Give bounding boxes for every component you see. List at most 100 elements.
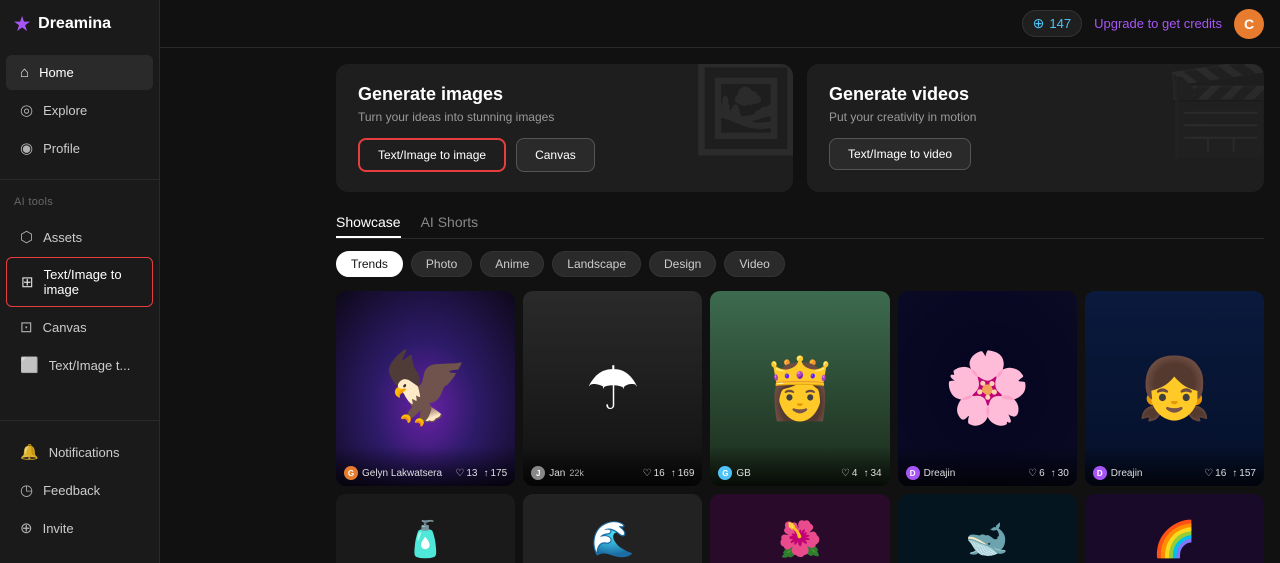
stats-eagle: ♡ 13 ↑ 175 xyxy=(455,468,507,479)
main-content: 🖼 Generate images Turn your ideas into s… xyxy=(320,48,1280,563)
tools-nav: ⬡ Assets ⊞ Text/Image to image ⊡ Canvas … xyxy=(0,212,159,390)
image-placeholder-abstract: 🌊 xyxy=(523,494,702,563)
sidebar-item-label: Invite xyxy=(43,521,74,536)
author-eagle: G Gelyn Lakwatsera xyxy=(344,466,442,480)
pill-trends[interactable]: Trends xyxy=(336,251,403,277)
image-info-eagle: G Gelyn Lakwatsera ♡ 13 ↑ 175 xyxy=(336,446,515,486)
topbar: ⊕ 147 Upgrade to get credits C xyxy=(160,0,1280,48)
downloads-flower: ↑ 30 xyxy=(1051,468,1069,479)
tab-ai-shorts[interactable]: AI Shorts xyxy=(421,208,479,238)
author-flower: D Dreajin xyxy=(906,466,956,480)
generate-images-subtitle: Turn your ideas into stunning images xyxy=(358,110,771,124)
author-avatar-blue-girl: D xyxy=(1093,466,1107,480)
image-card-eagle[interactable]: 🦅 G Gelyn Lakwatsera ♡ 13 ↑ 175 xyxy=(336,291,515,486)
ai-tools-section-label: AI tools xyxy=(0,186,159,212)
generate-videos-subtitle: Put your creativity in motion xyxy=(829,110,1242,124)
generate-images-buttons: Text/Image to image Canvas xyxy=(358,138,771,172)
sidebar-item-label: Feedback xyxy=(43,483,100,498)
image-info-rainy: J Jan 22k ♡ 16 ↑ 169 xyxy=(523,446,702,486)
text-image-to-image-button[interactable]: Text/Image to image xyxy=(358,138,506,172)
image-grid-row2: 🧴 🌊 🌺 🐋 🌈 xyxy=(336,494,1264,563)
image-card-flower[interactable]: 🌸 D Dreajin ♡ 6 ↑ 30 xyxy=(898,291,1077,486)
user-avatar[interactable]: C xyxy=(1234,9,1264,39)
canvas-button[interactable]: Canvas xyxy=(516,138,595,172)
image-card-underwater[interactable]: 🐋 xyxy=(898,494,1077,563)
canvas-icon: ⊡ xyxy=(20,318,33,336)
sidebar-item-explore[interactable]: ◎ Explore xyxy=(6,92,153,128)
stats-blue-girl: ♡ 16 ↑ 157 xyxy=(1204,468,1256,479)
generate-images-title: Generate images xyxy=(358,84,771,105)
author-avatar-portrait: G xyxy=(718,466,732,480)
sidebar-item-label: Assets xyxy=(43,230,82,245)
image-placeholder-product: 🧴 xyxy=(336,494,515,563)
sidebar-item-label: Text/Image to image xyxy=(44,267,138,297)
pill-video[interactable]: Video xyxy=(724,251,784,277)
sidebar-item-profile[interactable]: ◉ Profile xyxy=(6,130,153,166)
sidebar-item-label: Profile xyxy=(43,141,80,156)
sidebar-item-notifications[interactable]: 🔔 Notifications xyxy=(6,434,153,470)
notifications-icon: 🔔 xyxy=(20,443,39,461)
generate-images-card: 🖼 Generate images Turn your ideas into s… xyxy=(336,64,793,192)
image-card-pastel[interactable]: 🌈 xyxy=(1085,494,1264,563)
pill-landscape[interactable]: Landscape xyxy=(552,251,641,277)
sidebar-item-label: Explore xyxy=(43,103,87,118)
app-name: Dreamina xyxy=(38,15,111,33)
pill-anime[interactable]: Anime xyxy=(480,251,544,277)
generate-videos-card: 🎬 Generate videos Put your creativity in… xyxy=(807,64,1264,192)
generate-videos-title: Generate videos xyxy=(829,84,1242,105)
sidebar-item-invite[interactable]: ⊕ Invite xyxy=(6,510,153,546)
image-info-flower: D Dreajin ♡ 6 ↑ 30 xyxy=(898,446,1077,486)
tab-showcase[interactable]: Showcase xyxy=(336,208,401,238)
text-image-icon: ⊞ xyxy=(21,273,34,291)
main-nav: ⌂ Home ◎ Explore ◉ Profile xyxy=(0,48,159,173)
image-card-product[interactable]: 🧴 xyxy=(336,494,515,563)
image-card-pink[interactable]: 🌺 xyxy=(710,494,889,563)
upgrade-button[interactable]: Upgrade to get credits xyxy=(1094,16,1222,31)
author-badge-rainy: 22k xyxy=(569,468,584,478)
sidebar: ★ Dreamina ⌂ Home ◎ Explore ◉ Profile AI… xyxy=(0,0,160,563)
likes-portrait: ♡ 4 xyxy=(841,468,858,479)
sidebar-item-home[interactable]: ⌂ Home xyxy=(6,55,153,90)
downloads-blue-girl: ↑ 157 xyxy=(1232,468,1256,479)
divider-2 xyxy=(0,420,159,421)
image-card-blue-girl[interactable]: 👧 D Dreajin ♡ 16 ↑ 157 xyxy=(1085,291,1264,486)
image-card-portrait[interactable]: 👸 G GB ♡ 4 ↑ 34 xyxy=(710,291,889,486)
assets-icon: ⬡ xyxy=(20,228,33,246)
explore-icon: ◎ xyxy=(20,101,33,119)
credits-icon: ⊕ xyxy=(1033,15,1045,32)
image-info-portrait: G GB ♡ 4 ↑ 34 xyxy=(710,446,889,486)
author-name-blue-girl: Dreajin xyxy=(1111,468,1143,479)
image-card-abstract[interactable]: 🌊 xyxy=(523,494,702,563)
sidebar-item-text-image-t[interactable]: ⬜ Text/Image t... xyxy=(6,347,153,383)
generate-videos-buttons: Text/Image to video xyxy=(829,138,1242,170)
text-image-to-video-button[interactable]: Text/Image to video xyxy=(829,138,971,170)
likes-eagle: ♡ 13 xyxy=(455,468,477,479)
sidebar-item-label: Canvas xyxy=(43,320,87,335)
pill-design[interactable]: Design xyxy=(649,251,716,277)
divider-1 xyxy=(0,179,159,180)
invite-icon: ⊕ xyxy=(20,519,33,537)
pill-photo[interactable]: Photo xyxy=(411,251,472,277)
author-blue-girl: D Dreajin xyxy=(1093,466,1143,480)
sidebar-item-text-image[interactable]: ⊞ Text/Image to image xyxy=(6,257,153,307)
sidebar-item-feedback[interactable]: ◷ Feedback xyxy=(6,472,153,508)
image-card-rainy[interactable]: ☂ J Jan 22k ♡ 16 ↑ 169 xyxy=(523,291,702,486)
image-info-blue-girl: D Dreajin ♡ 16 ↑ 157 xyxy=(1085,446,1264,486)
sidebar-item-canvas[interactable]: ⊡ Canvas xyxy=(6,309,153,345)
home-icon: ⌂ xyxy=(20,64,29,81)
text-image-t-icon: ⬜ xyxy=(20,356,39,374)
author-portrait: G GB xyxy=(718,466,750,480)
bottom-nav: 🔔 Notifications ◷ Feedback ⊕ Invite xyxy=(0,427,159,553)
logo-icon: ★ xyxy=(14,14,30,35)
image-placeholder-pink: 🌺 xyxy=(710,494,889,563)
author-avatar-flower: D xyxy=(906,466,920,480)
sidebar-item-assets[interactable]: ⬡ Assets xyxy=(6,219,153,255)
author-name-flower: Dreajin xyxy=(924,468,956,479)
author-avatar-rainy: J xyxy=(531,466,545,480)
downloads-portrait: ↑ 34 xyxy=(863,468,881,479)
feedback-icon: ◷ xyxy=(20,481,33,499)
credits-count: 147 xyxy=(1049,16,1071,31)
feature-cards: 🖼 Generate images Turn your ideas into s… xyxy=(336,64,1264,192)
stats-rainy: ♡ 16 ↑ 169 xyxy=(643,468,695,479)
stats-portrait: ♡ 4 ↑ 34 xyxy=(841,468,882,479)
